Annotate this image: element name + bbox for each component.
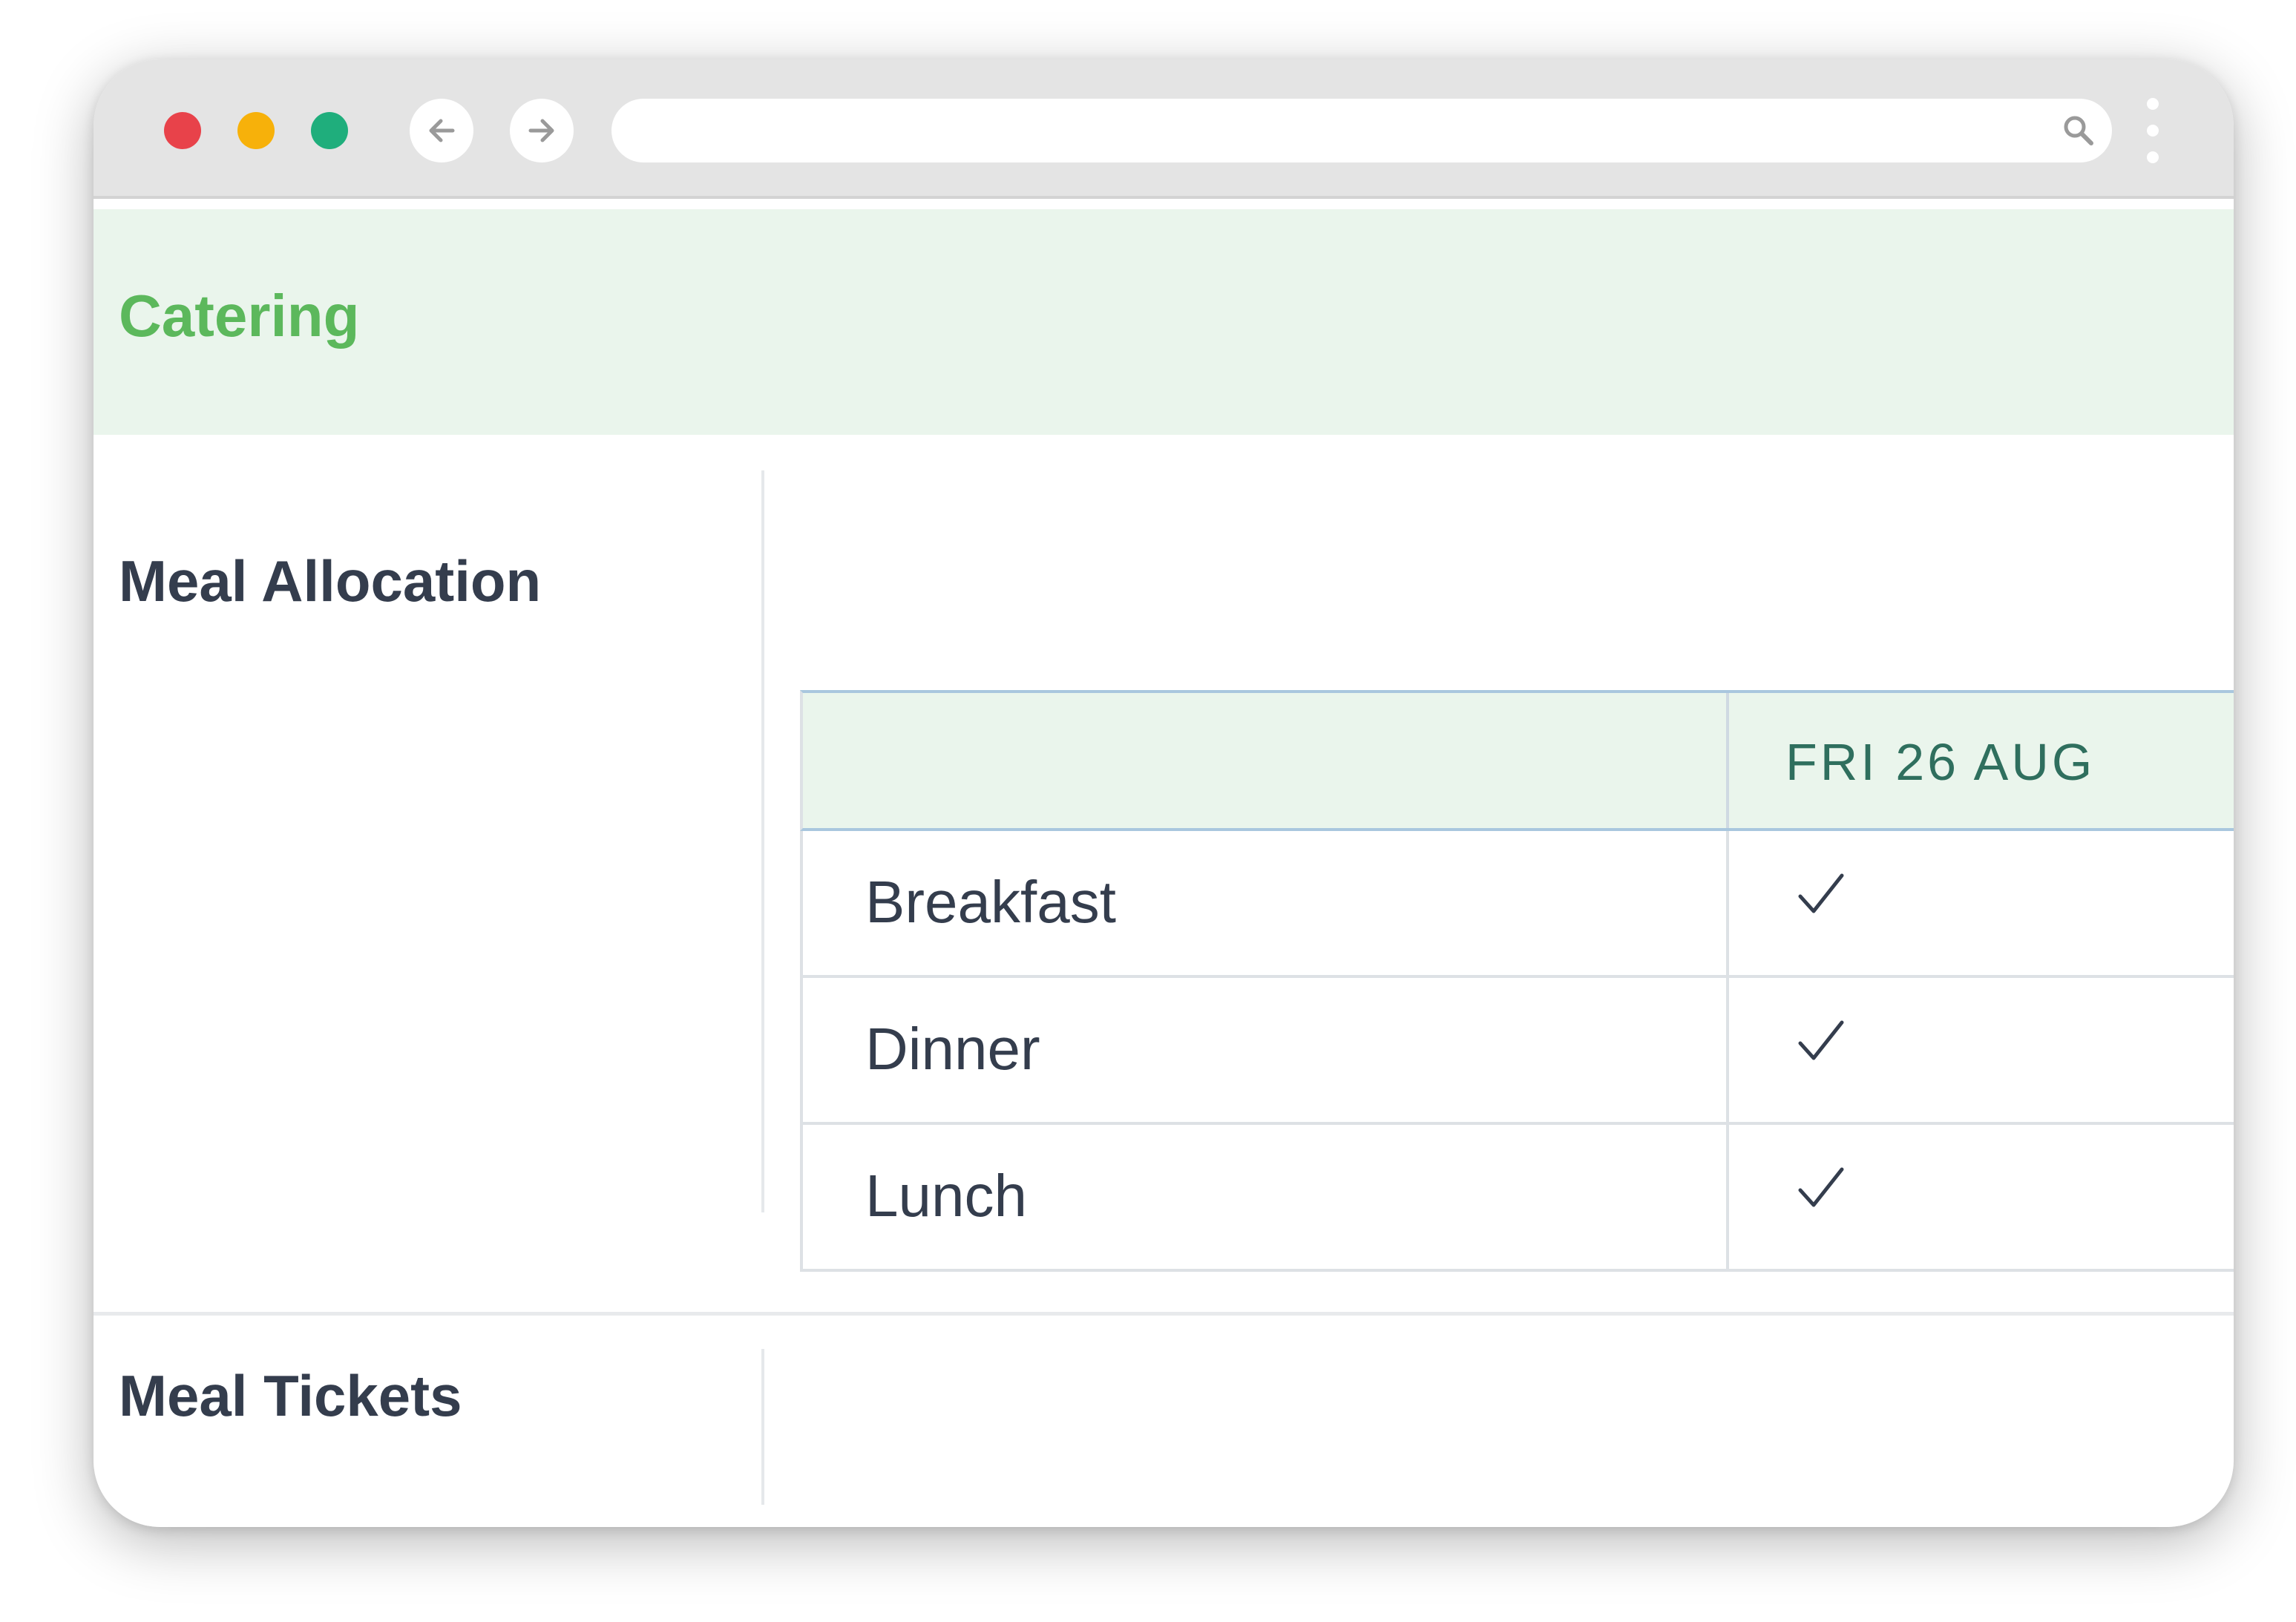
section-divider [761,1349,764,1505]
table-header-date: FRI 26 AUG [1785,733,2096,791]
table-row: Dinner [800,978,2234,1125]
catering-banner: Catering [94,209,2234,435]
search-icon[interactable] [2062,114,2096,148]
browser-toolbar [94,59,2234,199]
meal-name-cell: Dinner [865,1016,1040,1082]
table-header-row: FRI 26 AUG [800,690,2234,831]
section-divider [761,470,764,1212]
forward-button[interactable] [510,99,574,162]
column-divider [1726,693,1729,828]
meal-allocation-heading: Meal Allocation [119,548,542,614]
meal-name-cell: Lunch [865,1163,1027,1229]
address-bar[interactable] [611,99,2112,162]
arrow-left-icon [429,119,455,142]
back-button[interactable] [410,99,473,162]
meal-tickets-heading: Meal Tickets [119,1363,462,1428]
meal-name-cell: Breakfast [865,869,1116,935]
page-content: Catering Meal Allocation FRI 26 AUG Brea… [94,199,2234,1527]
table-row: Breakfast [800,831,2234,978]
column-divider [1726,1125,1729,1269]
column-divider [1726,831,1729,975]
minimize-window-button[interactable] [237,112,275,149]
meal-allocation-table: FRI 26 AUG Breakfast Dinner Lunch [800,690,2234,1272]
maximize-window-button[interactable] [311,112,348,149]
checkmark-icon [1798,1167,1844,1207]
kebab-menu-icon[interactable] [2143,96,2162,165]
column-divider [1726,978,1729,1122]
table-row: Lunch [800,1125,2234,1272]
section-separator [94,1312,2234,1316]
checkmark-icon [1798,1020,1844,1060]
page-title: Catering [119,283,360,349]
arrow-right-icon [528,119,554,142]
checkmark-icon [1798,873,1844,913]
close-window-button[interactable] [164,112,201,149]
screenshot-stage: Catering Meal Allocation FRI 26 AUG Brea… [0,0,2296,1622]
browser-window: Catering Meal Allocation FRI 26 AUG Brea… [94,59,2234,1527]
